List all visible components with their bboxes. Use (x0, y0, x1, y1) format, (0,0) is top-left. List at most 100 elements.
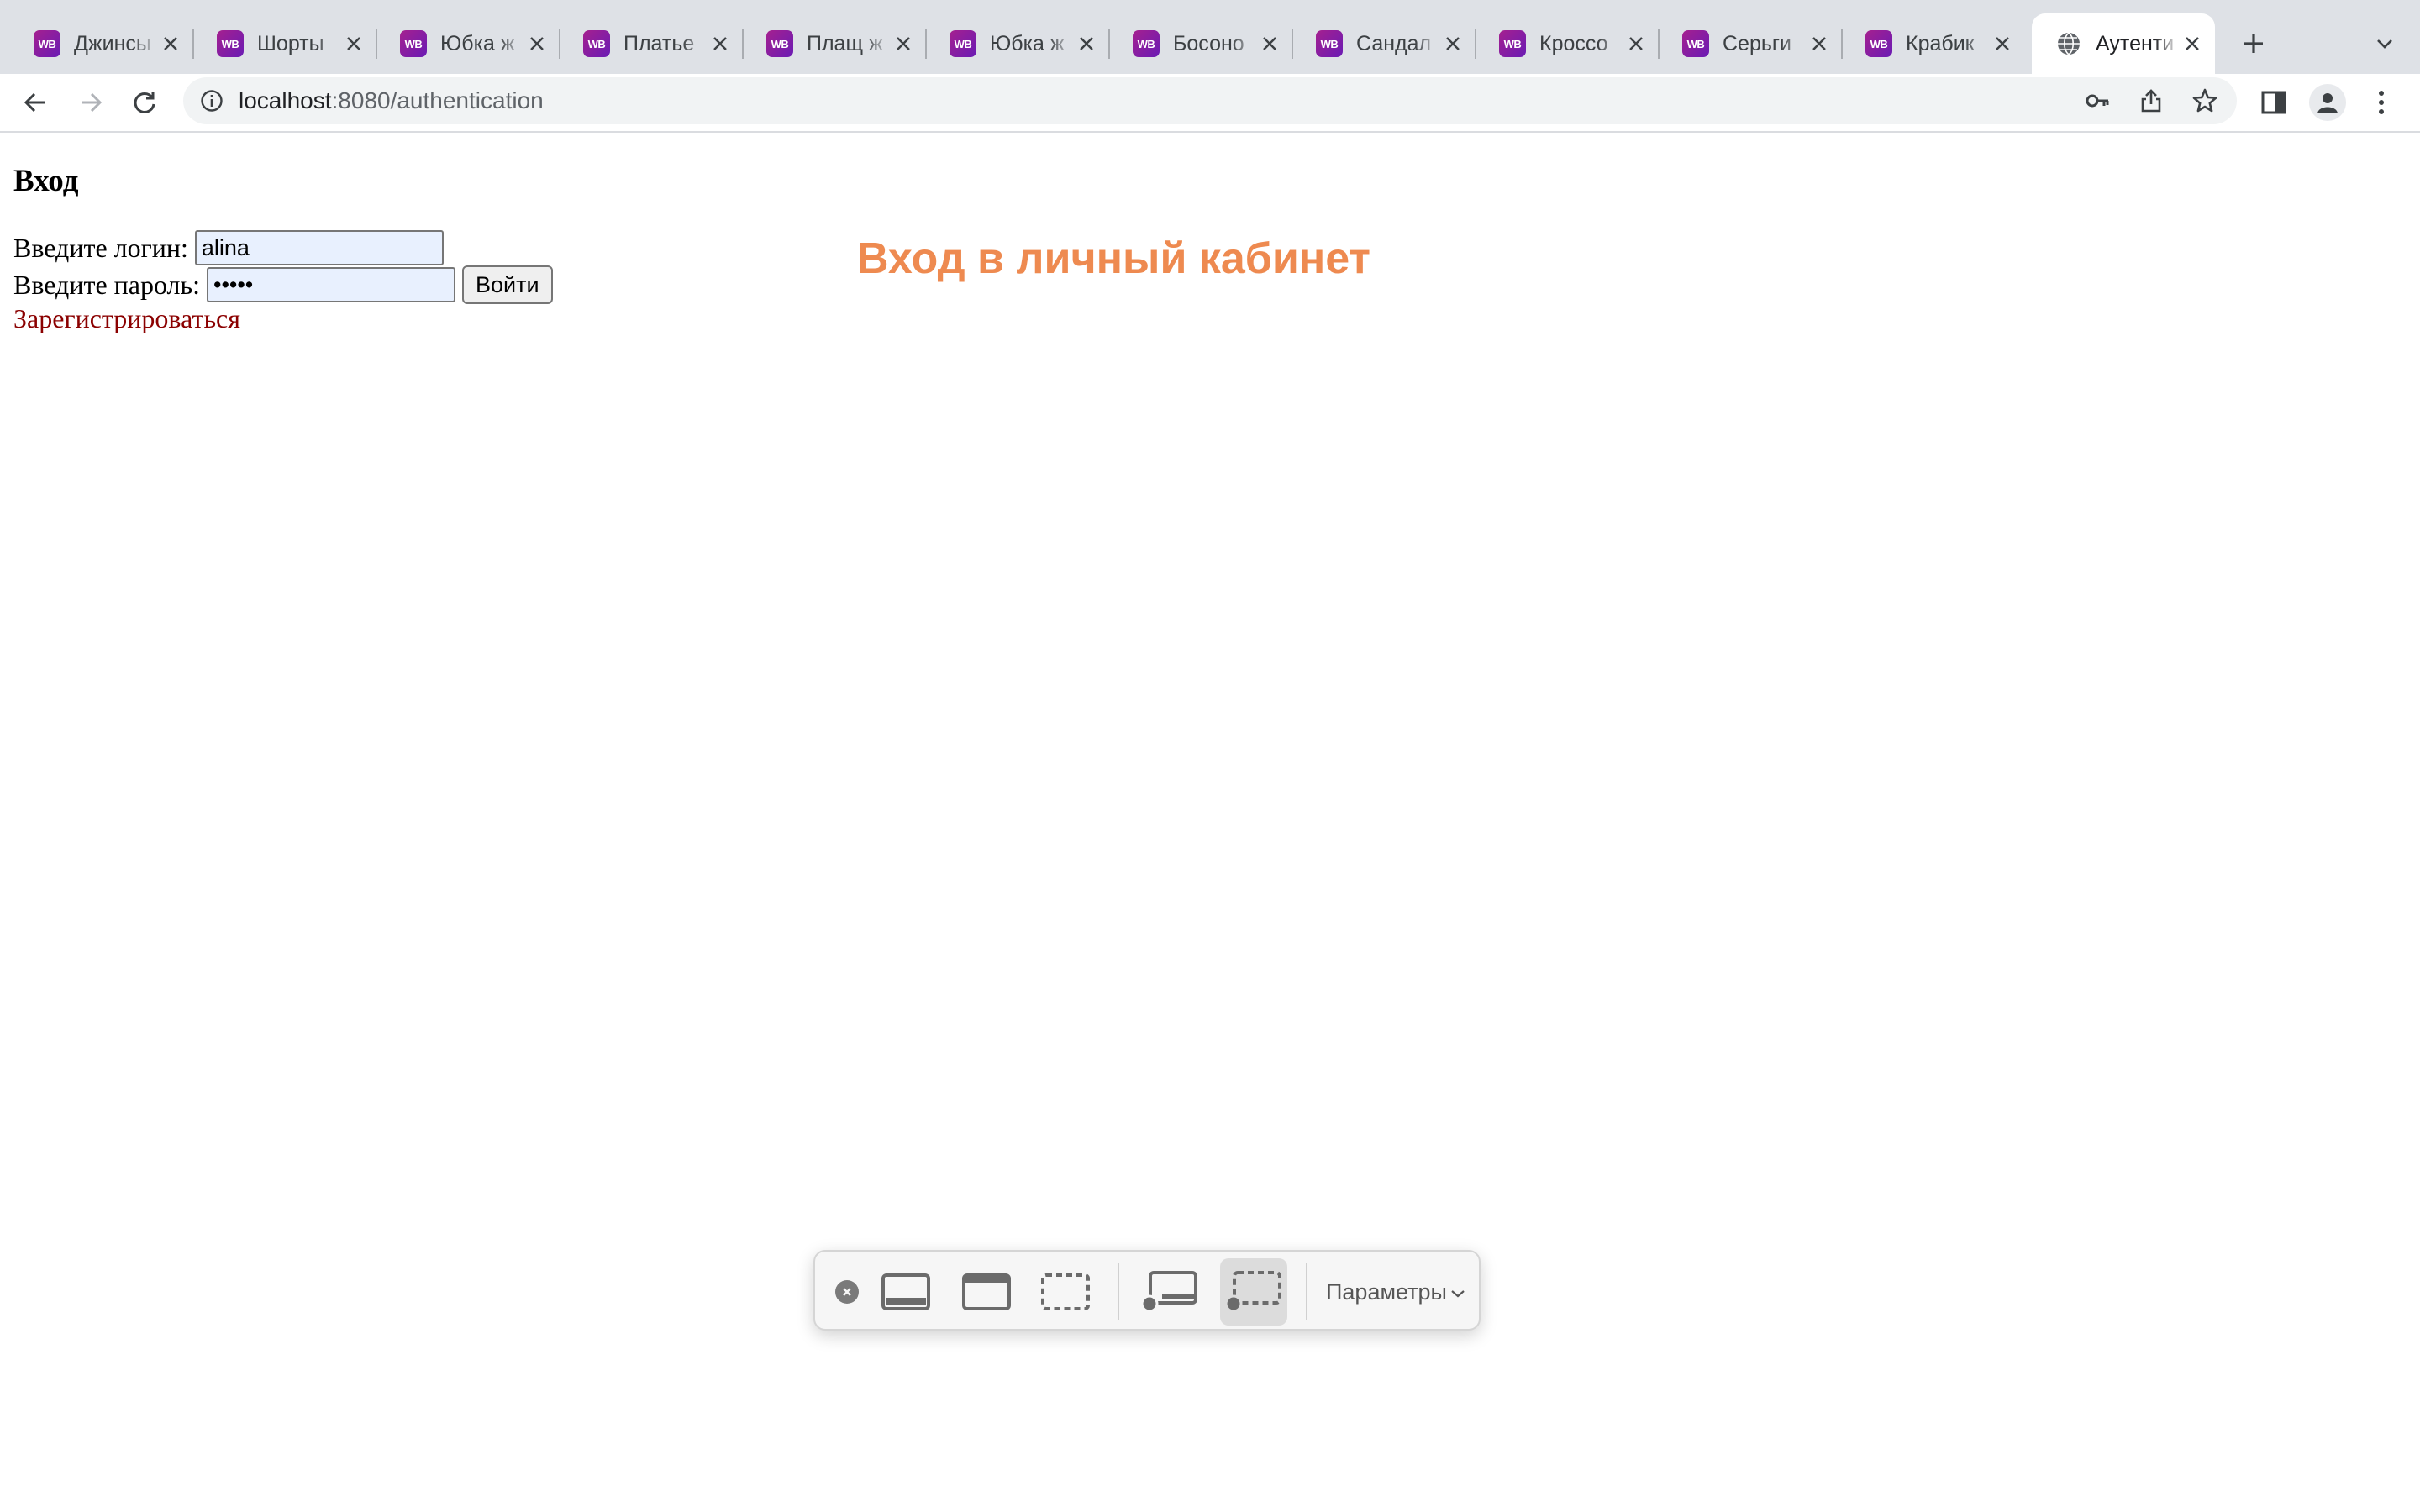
page-headline: Вход в личный кабинет (857, 234, 1370, 283)
globe-icon (2055, 30, 2082, 57)
wildberries-favicon-icon: WB (1865, 30, 1892, 57)
record-selection-button[interactable] (1220, 1258, 1287, 1326)
tab-authentication[interactable]: Аутенти (2032, 13, 2215, 74)
register-link[interactable]: Зарегистрироваться (13, 303, 240, 334)
wildberries-favicon-icon: WB (1316, 30, 1343, 57)
wildberries-favicon-icon: WB (766, 30, 793, 57)
tab-dress[interactable]: WB Платье (560, 13, 744, 74)
wildberries-favicon-icon: WB (400, 30, 427, 57)
new-tab-button[interactable] (2235, 25, 2272, 62)
arrow-right-icon (82, 92, 103, 113)
url-text[interactable]: localhost:8080/authentication (239, 77, 544, 124)
wildberries-favicon-icon: WB (34, 30, 60, 57)
close-icon[interactable] (524, 31, 550, 56)
tab-skirt-2[interactable]: WB Юбка ж (926, 13, 1110, 74)
browser-toolbar: localhost:8080/authentication (0, 74, 2420, 133)
arrow-left-icon (24, 92, 45, 113)
chevron-down-icon (1451, 1290, 1465, 1298)
close-icon[interactable] (1807, 31, 1832, 56)
tab-title: Платье (623, 31, 695, 55)
tab-shorts[interactable]: WB Шорты (193, 13, 377, 74)
address-bar[interactable]: localhost:8080/authentication (183, 77, 2237, 124)
capture-window-icon (962, 1273, 1011, 1310)
tab-title: Плащ ж (807, 31, 883, 55)
tab-sneakers[interactable]: WB Кроссо (1476, 13, 1660, 74)
close-icon[interactable] (341, 31, 366, 56)
wildberries-favicon-icon: WB (1499, 30, 1526, 57)
tab-sandals-open[interactable]: WB Босоно (1109, 13, 1293, 74)
tab-sandals[interactable]: WB Сандал (1292, 13, 1476, 74)
person-icon (2317, 93, 2338, 113)
wildberries-favicon-icon: WB (583, 30, 610, 57)
forward-button[interactable] (71, 82, 111, 123)
close-icon[interactable] (835, 1280, 859, 1304)
close-icon[interactable] (1257, 31, 1282, 56)
record-screen-button[interactable] (1136, 1258, 1203, 1326)
share-icon[interactable] (2136, 86, 2166, 116)
tab-title: Джинсы (74, 31, 151, 55)
screenshot-toolbar: Параметры (813, 1250, 1481, 1331)
wildberries-favicon-icon: WB (217, 30, 244, 57)
close-icon[interactable] (1990, 31, 2015, 56)
options-label: Параметры (1326, 1279, 1447, 1305)
login-label: Введите логин: (13, 232, 188, 263)
capture-window-button[interactable] (953, 1258, 1020, 1326)
capture-screen-button[interactable] (872, 1258, 939, 1326)
tab-search-button[interactable] (2366, 25, 2403, 62)
back-button[interactable] (15, 82, 55, 123)
tab-title: Босоно (1173, 31, 1244, 55)
wildberries-favicon-icon: WB (1682, 30, 1709, 57)
tab-title: Кроссо (1539, 31, 1608, 55)
chevron-down-icon (2377, 39, 2392, 49)
tab-title: Крабик (1906, 31, 1975, 55)
tab-earrings[interactable]: WB Серьги (1659, 13, 1843, 74)
toolbar-divider (1118, 1263, 1119, 1320)
record-selection-icon (1224, 1271, 1281, 1313)
more-vert-icon (2379, 91, 2384, 114)
profile-button[interactable] (2309, 84, 2346, 121)
reload-button[interactable] (124, 82, 165, 123)
close-icon[interactable] (158, 31, 183, 56)
tab-title: Аутенти (2096, 31, 2175, 55)
bookmark-star-icon[interactable] (2190, 86, 2220, 116)
close-icon[interactable] (708, 31, 733, 56)
side-panel-icon (2261, 91, 2286, 114)
tab-title: Сандал (1356, 31, 1432, 55)
close-icon[interactable] (1440, 31, 1465, 56)
reload-icon (134, 92, 155, 113)
tab-jeans[interactable]: WB Джинсы (10, 13, 194, 74)
wildberries-favicon-icon: WB (1133, 30, 1160, 57)
tab-raincoat[interactable]: WB Плащ ж (743, 13, 927, 74)
page-heading: Вход (13, 164, 79, 198)
close-icon[interactable] (1623, 31, 1649, 56)
password-key-icon[interactable] (2082, 86, 2112, 116)
record-screen-icon (1140, 1271, 1197, 1313)
wildberries-favicon-icon: WB (950, 30, 976, 57)
close-icon[interactable] (1074, 31, 1099, 56)
tab-title: Шорты (257, 31, 324, 55)
capture-selection-icon (1041, 1273, 1090, 1310)
side-panel-button[interactable] (2255, 84, 2292, 121)
tab-title: Юбка ж (990, 31, 1065, 55)
site-info-icon[interactable] (198, 87, 225, 114)
url-host: localhost (239, 87, 332, 113)
options-dropdown[interactable]: Параметры (1326, 1252, 1465, 1332)
close-icon[interactable] (2180, 31, 2205, 56)
url-path: :8080/authentication (331, 87, 544, 113)
login-input[interactable] (194, 230, 444, 265)
login-row: Введите логин: (13, 230, 444, 265)
password-label: Введите пароль: (13, 269, 200, 300)
menu-button[interactable] (2363, 84, 2400, 121)
toolbar-divider (1306, 1263, 1307, 1320)
capture-selection-button[interactable] (1032, 1258, 1099, 1326)
password-row: Введите пароль: Войти (13, 265, 553, 304)
plus-icon (2244, 34, 2263, 53)
tab-title: Юбка ж (440, 31, 515, 55)
tab-strip: WB Джинсы WB Шорты WB Юбка ж WB Платье W… (0, 0, 2420, 74)
password-input[interactable] (207, 267, 455, 302)
capture-screen-icon (881, 1273, 930, 1310)
login-submit-button[interactable]: Войти (462, 265, 553, 304)
tab-skirt[interactable]: WB Юбка ж (376, 13, 560, 74)
tab-hair-clip[interactable]: WB Крабик (1842, 13, 2025, 74)
close-icon[interactable] (891, 31, 916, 56)
